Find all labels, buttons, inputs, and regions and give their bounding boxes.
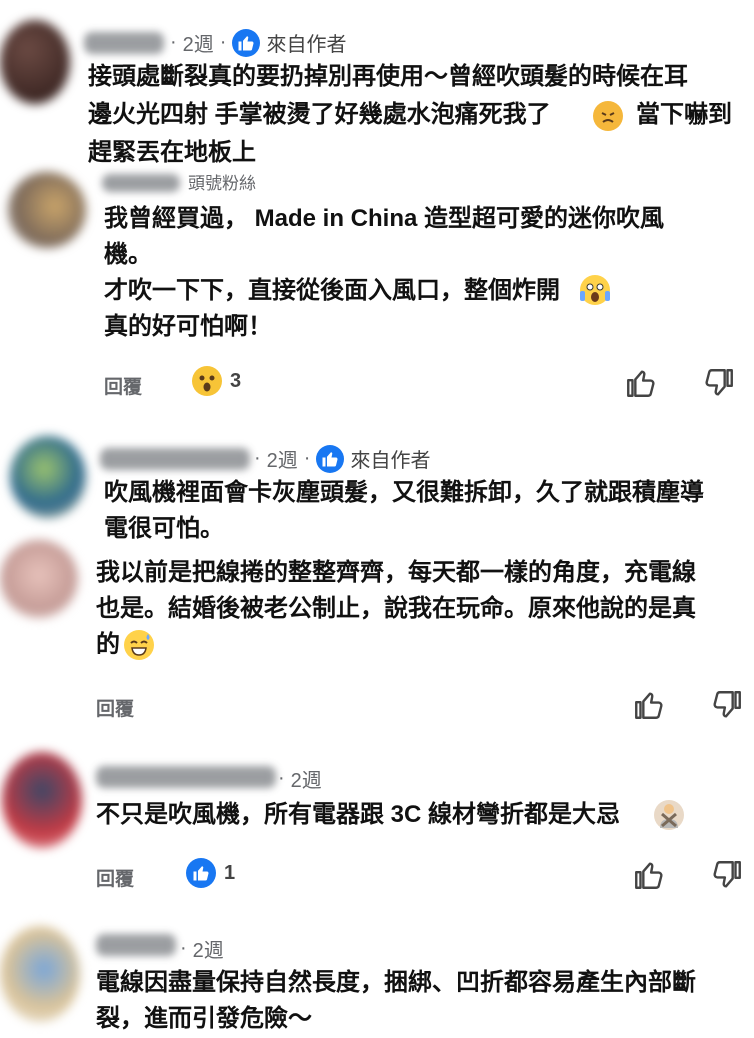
comment-line: 裂，進而引發危險～ (96, 1005, 312, 1032)
avatar[interactable] (0, 20, 70, 104)
comment-line: 電很可怕。 (104, 515, 224, 542)
author-badge-icon (232, 28, 261, 57)
comment-line: 才吹一下下，直接從後面入風口，整個炸開 (104, 277, 560, 304)
wow-face-emoji-icon (192, 366, 222, 396)
like-reaction-icon (186, 858, 216, 888)
avatar[interactable] (10, 436, 86, 518)
badge-label: 頭號粉絲 (188, 173, 256, 193)
like-icon[interactable] (632, 688, 666, 722)
reaction-count: 1 (224, 861, 236, 884)
author-label: 來自作者 (350, 450, 431, 472)
dislike-icon[interactable] (710, 688, 744, 722)
comment-time[interactable]: 2週 (267, 444, 298, 473)
avatar[interactable] (2, 752, 82, 848)
comment-line: 趕緊丟在地板上 (88, 139, 256, 166)
comment-line: 我曾經買過， Made in China 造型超可愛的迷你吹風 (104, 205, 665, 232)
reply-button[interactable]: 回覆 (96, 864, 134, 891)
avatar[interactable] (0, 926, 80, 1022)
angry-face-emoji-icon (593, 101, 623, 131)
dislike-icon[interactable] (710, 858, 744, 892)
author-label: 來自作者 (266, 34, 347, 56)
person-gesturing-no-emoji-icon (654, 800, 684, 830)
comment-line: 邊火光四射 手掌被燙了好幾處水泡痛死我了 (88, 101, 551, 128)
like-icon[interactable] (632, 858, 666, 892)
comment-line: 真的好可怕啊！ (104, 313, 272, 340)
reaction-summary[interactable]: 3 (192, 366, 241, 396)
comment-meta: · 2週 · 來自作者 (170, 28, 346, 57)
commenter-name-blurred[interactable] (96, 766, 276, 788)
comment-line: 吹風機裡面會卡灰塵頭髮，又很難拆卸，久了就跟積塵導 (104, 479, 704, 506)
comment-time[interactable]: 2週 (183, 28, 214, 57)
comment-line: 電線因盡量保持自然長度，捆綁、凹折都容易產生內部斷 (96, 969, 696, 996)
avatar[interactable] (0, 540, 78, 618)
grinning-sweat-emoji-icon (124, 630, 154, 660)
comment-line: 我以前是把線捲的整整齊齊，每天都一樣的角度，充電線 (96, 559, 696, 586)
comment-line: 也是。結婚後被老公制止，說我在玩命。原來他說的是真 (96, 595, 696, 622)
dislike-icon[interactable] (702, 366, 736, 400)
reply-button[interactable]: 回覆 (104, 372, 142, 399)
commenter-name-blurred[interactable] (102, 174, 180, 192)
comment-meta: · 2週 (180, 934, 224, 963)
comment-line-tail: 當下嚇到 (636, 101, 732, 128)
commenter-name-blurred[interactable] (84, 32, 164, 54)
comment-time[interactable]: 2週 (193, 934, 224, 963)
commenter-name-blurred[interactable] (96, 934, 176, 956)
reaction-count: 3 (230, 369, 242, 392)
comment-meta: · 2週 (278, 764, 322, 793)
reaction-summary[interactable]: 1 (186, 858, 235, 888)
comment-meta: 頭號粉絲 (188, 170, 256, 193)
author-badge-icon (316, 444, 345, 473)
comment-line: 不只是吹風機，所有電器跟 3C 線材彎折都是大忌 (96, 801, 621, 828)
scream-face-emoji-icon (580, 275, 610, 305)
comment-line: 的 (96, 631, 120, 658)
reply-button[interactable]: 回覆 (96, 694, 134, 721)
comment-line: 機。 (104, 241, 152, 268)
comment-line: 接頭處斷裂真的要扔掉別再使用～曾經吹頭髮的時候在耳 (88, 63, 688, 90)
commenter-name-blurred[interactable] (100, 448, 250, 470)
comment-meta: · 2週 · 來自作者 (254, 444, 430, 473)
like-icon[interactable] (624, 366, 658, 400)
comment-time[interactable]: 2週 (291, 764, 322, 793)
avatar[interactable] (8, 172, 86, 248)
